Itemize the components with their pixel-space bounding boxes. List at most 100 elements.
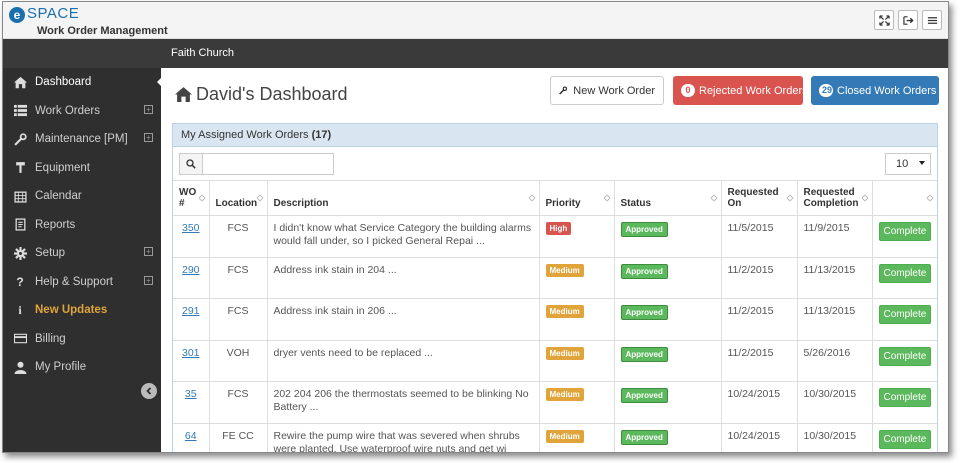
status-cell: Approved xyxy=(613,256,721,299)
list-icon xyxy=(13,104,27,118)
sidebar-item-label: Work Orders xyxy=(35,104,100,117)
sidebar-item-billing[interactable]: Billing xyxy=(3,325,161,354)
priority-cell: Medium xyxy=(538,256,614,299)
column-header[interactable]: Requested Completion xyxy=(796,180,872,216)
expand-icon[interactable]: + xyxy=(144,247,153,256)
sidebar-item-label: My Profile xyxy=(35,361,87,374)
wo-number-link[interactable]: 301 xyxy=(182,347,200,359)
wrench-icon xyxy=(13,132,27,146)
column-header-label: Status xyxy=(620,198,652,209)
wo-number-link[interactable]: 290 xyxy=(182,264,200,276)
status-badge: Approved xyxy=(620,263,668,279)
app-subtitle: Work Order Management xyxy=(37,25,168,37)
sort-icon xyxy=(786,194,793,202)
assigned-work-orders-panel: My Assigned Work Orders (17) 10 WO # Loc… xyxy=(172,123,938,452)
logout-button[interactable] xyxy=(898,10,918,30)
complete-button[interactable]: Complete xyxy=(878,305,932,324)
sidebar-item-label: Dashboard xyxy=(35,76,92,89)
column-header[interactable]: Requested On xyxy=(720,180,797,216)
fullscreen-button[interactable] xyxy=(874,10,894,30)
logo-text: SPACE xyxy=(27,5,80,22)
table-row: 350 FCS I didn't know what Service Categor… xyxy=(173,215,937,257)
action-cell: Complete xyxy=(871,215,937,257)
sort-icon xyxy=(926,194,934,202)
sidebar-item-calendar[interactable]: Calendar xyxy=(3,182,161,211)
rejected-count-badge: 0 xyxy=(681,84,695,97)
requested-on-cell: 11/2/2015 xyxy=(720,298,797,340)
sidebar-item-setup[interactable]: Setup + xyxy=(3,239,161,268)
new-work-order-button[interactable]: New Work Order xyxy=(550,76,664,105)
collapse-sidebar-button[interactable] xyxy=(141,383,157,399)
closed-work-orders-button[interactable]: 29 Closed Work Orders xyxy=(811,76,939,105)
column-header[interactable]: WO # xyxy=(173,180,209,216)
action-cell: Complete xyxy=(871,339,937,382)
complete-button[interactable]: Complete xyxy=(878,388,932,407)
table-row: 64 FE CC Rewire the pump wire that was sev… xyxy=(173,422,937,452)
status-badge: Approved xyxy=(620,346,668,362)
complete-button[interactable]: Complete xyxy=(878,429,932,449)
search-input[interactable] xyxy=(202,153,334,175)
sidebar-item-maintenance-pm[interactable]: Maintenance [PM] + xyxy=(3,125,161,154)
sidebar-item-dashboard[interactable]: Dashboard xyxy=(3,68,162,97)
column-header[interactable]: Status xyxy=(613,180,721,216)
table-row: 291 FCS Address ink stain in 206 ... Medium… xyxy=(173,298,937,340)
column-header[interactable] xyxy=(871,180,937,216)
sort-icon xyxy=(198,194,205,202)
column-header[interactable]: Location xyxy=(208,180,267,216)
status-cell: Approved xyxy=(613,339,721,382)
table-body: 350 FCS I didn't know what Service Categor… xyxy=(173,215,937,452)
organization-name: Faith Church xyxy=(161,39,948,68)
status-cell: Approved xyxy=(613,298,721,340)
wo-cell: 35 xyxy=(173,381,209,423)
closed-count-badge: 29 xyxy=(819,84,833,97)
priority-cell: Medium xyxy=(538,298,614,340)
credit-card-icon xyxy=(13,332,27,346)
wo-number-link[interactable]: 35 xyxy=(185,388,197,400)
new-work-order-label: New Work Order xyxy=(573,84,655,97)
sidebar-item-label: Setup xyxy=(35,247,66,260)
sidebar-item-my-profile[interactable]: My Profile xyxy=(3,353,161,382)
requested-completion-cell: 11/13/2015 xyxy=(796,298,872,340)
wo-cell: 291 xyxy=(173,298,209,340)
main-content: Faith Church David's Dashboard New Work … xyxy=(161,39,948,452)
sidebar-item-work-orders[interactable]: Work Orders + xyxy=(3,97,161,126)
work-orders-table: WO # Location Description Priority Status Req… xyxy=(173,180,937,452)
expand-icon[interactable]: + xyxy=(144,275,153,285)
complete-button[interactable]: Complete xyxy=(878,346,932,366)
priority-badge: High xyxy=(545,222,572,235)
location-cell: FCS xyxy=(208,256,267,299)
wo-number-link[interactable]: 291 xyxy=(182,305,200,317)
gear-icon xyxy=(13,246,27,260)
status-badge: Approved xyxy=(620,305,668,320)
fullscreen-icon xyxy=(878,14,890,26)
menu-button[interactable] xyxy=(922,10,942,30)
complete-button[interactable]: Complete xyxy=(878,263,932,283)
action-cell: Complete xyxy=(871,256,937,299)
location-cell: FE CC xyxy=(208,422,267,452)
column-header-label: Requested Completion xyxy=(803,187,859,209)
wo-number-link[interactable]: 64 xyxy=(185,430,197,442)
expand-icon[interactable]: + xyxy=(144,104,153,114)
sidebar-item-reports[interactable]: Reports xyxy=(3,211,161,240)
sort-icon xyxy=(710,194,717,202)
requested-completion-cell: 10/30/2015 xyxy=(796,381,872,423)
requested-completion-cell: 5/26/2016 xyxy=(796,339,872,382)
column-header[interactable]: Priority xyxy=(538,180,614,216)
expand-icon[interactable]: + xyxy=(144,133,153,142)
requested-on-cell: 11/2/2015 xyxy=(720,256,797,299)
rejected-work-orders-button[interactable]: 0 Rejected Work Orders xyxy=(673,76,808,105)
chevron-down-icon xyxy=(919,161,925,165)
priority-cell: Medium xyxy=(538,339,614,382)
requested-completion-cell: 11/13/2015 xyxy=(796,256,872,299)
sidebar-item-help-support[interactable]: ? Help & Support + xyxy=(3,268,161,297)
complete-button[interactable]: Complete xyxy=(878,222,932,241)
wo-number-link[interactable]: 350 xyxy=(182,222,200,234)
sidebar-item-new-updates[interactable]: i New Updates xyxy=(3,296,161,325)
action-cell: Complete xyxy=(871,298,937,340)
location-cell: VOH xyxy=(208,339,267,382)
requested-on-cell: 10/24/2015 xyxy=(720,381,797,423)
sort-icon xyxy=(256,194,263,202)
column-header[interactable]: Description xyxy=(266,180,539,216)
sidebar-item-equipment[interactable]: Equipment xyxy=(3,154,161,183)
page-size-select[interactable]: 10 xyxy=(885,153,931,175)
